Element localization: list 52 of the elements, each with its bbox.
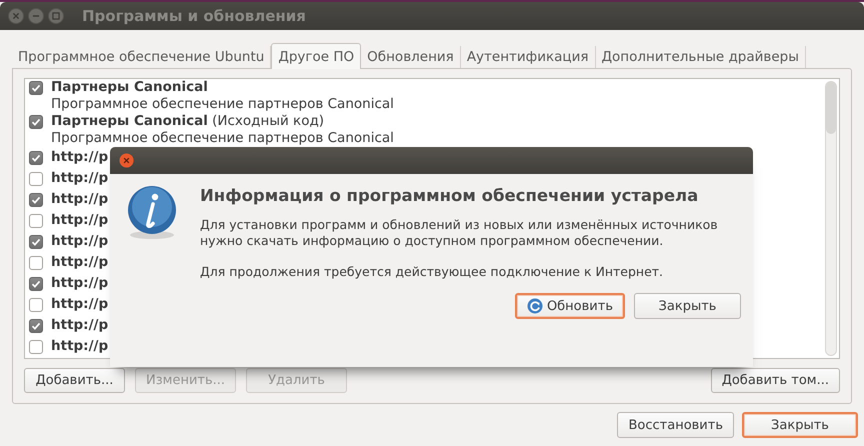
source-title: http://p bbox=[51, 338, 108, 355]
source-title: http://p bbox=[51, 233, 108, 250]
checkmark-icon bbox=[31, 195, 41, 205]
source-title: http://p bbox=[51, 296, 108, 313]
source-title: Партнеры Canonical bbox=[51, 79, 209, 96]
info-icon bbox=[126, 185, 178, 241]
checkmark-icon bbox=[31, 321, 41, 331]
checkmark-icon bbox=[31, 237, 41, 247]
dialog-heading: Информация о программном обеспечении устарела bbox=[200, 186, 700, 205]
checkbox[interactable] bbox=[29, 319, 43, 333]
dialog-message: Для продолжения требуется действующее подключение к Интернет. bbox=[200, 264, 664, 280]
source-title: http://p bbox=[51, 275, 108, 292]
dialog-message: Для установки программ и обновлений из новых или изменённых источников нужно скачать информацию о доступном программном обеспечении. bbox=[200, 217, 719, 249]
scrollbar-thumb[interactable] bbox=[826, 82, 836, 134]
checkbox[interactable] bbox=[29, 298, 43, 312]
close-icon[interactable] bbox=[8, 8, 24, 24]
source-description: Программное обеспечение партнеров Canonical bbox=[51, 96, 394, 113]
scrollbar[interactable] bbox=[825, 81, 837, 356]
tab[interactable]: Другое ПО bbox=[271, 43, 362, 69]
source-title: http://p bbox=[51, 254, 108, 271]
close-icon[interactable] bbox=[119, 153, 134, 168]
checkbox[interactable] bbox=[29, 172, 43, 186]
checkbox[interactable] bbox=[29, 81, 43, 95]
checkbox[interactable] bbox=[29, 256, 43, 270]
window-title: Программы и обновления bbox=[82, 7, 306, 25]
checkbox[interactable] bbox=[29, 151, 43, 165]
source-title: http://p bbox=[51, 191, 108, 208]
checkmark-icon bbox=[31, 279, 41, 289]
source-title: Партнеры Canonical (Исходный код) bbox=[51, 113, 326, 130]
checkbox[interactable] bbox=[29, 235, 43, 249]
refresh-icon bbox=[526, 298, 543, 314]
refresh-button[interactable]: Обновить bbox=[514, 293, 625, 319]
source-title: http://p bbox=[51, 149, 108, 166]
checkbox[interactable] bbox=[29, 193, 43, 207]
close-button[interactable]: Закрыть bbox=[634, 293, 741, 319]
add-volume-button[interactable]: Добавить том... bbox=[710, 368, 840, 393]
close-button[interactable]: Закрыть bbox=[742, 412, 858, 438]
checkbox[interactable] bbox=[29, 214, 43, 228]
checkbox[interactable] bbox=[29, 277, 43, 291]
checkbox[interactable] bbox=[29, 340, 43, 354]
checkmark-icon bbox=[31, 117, 41, 127]
checkbox[interactable] bbox=[29, 115, 43, 129]
source-description: Программное обеспечение партнеров Canonical bbox=[51, 130, 394, 147]
maximize-icon[interactable] bbox=[48, 8, 64, 24]
source-title: http://p bbox=[51, 170, 108, 187]
minimize-icon[interactable] bbox=[28, 8, 44, 24]
source-title: http://p bbox=[51, 317, 108, 334]
checkmark-icon bbox=[31, 83, 41, 93]
add-button[interactable]: Добавить... bbox=[24, 368, 125, 393]
source-title: http://p bbox=[51, 212, 108, 229]
revert-button[interactable]: Восстановить bbox=[617, 412, 734, 438]
checkmark-icon bbox=[31, 153, 41, 163]
